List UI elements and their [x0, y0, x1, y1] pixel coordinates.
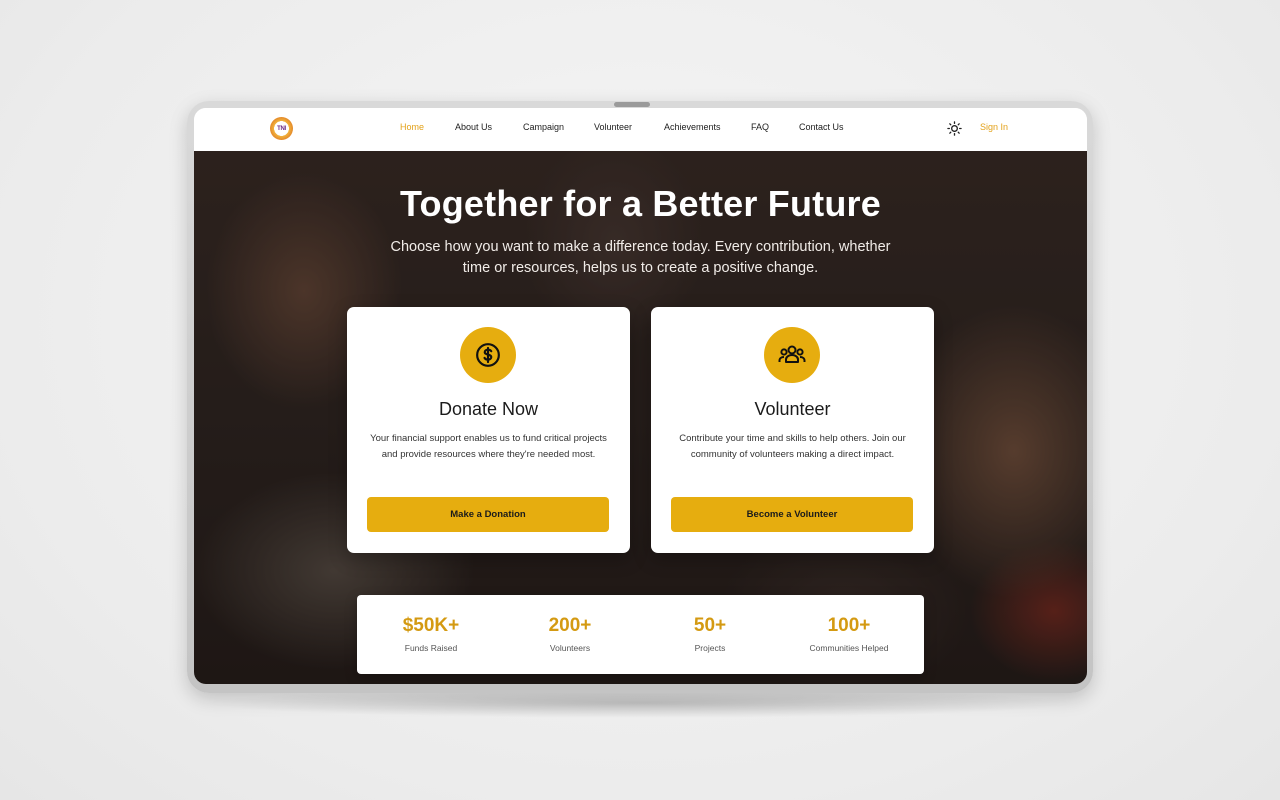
stat-value: 100+: [827, 615, 871, 636]
stat-value: $50K+: [402, 615, 460, 636]
volunteer-icon-circle: [764, 327, 820, 383]
logo[interactable]: TNI: [270, 117, 293, 140]
make-donation-button[interactable]: Make a Donation: [367, 497, 609, 532]
stat-label: Communities Helped: [809, 643, 889, 653]
stat-label: Projects: [694, 643, 726, 653]
donate-icon-circle: [460, 327, 516, 383]
nav-home[interactable]: Home: [400, 122, 424, 132]
donate-card: Donate Now Your financial support enable…: [347, 307, 630, 553]
stats-bar: $50K+ Funds Raised 200+ Volunteers 50+ P…: [357, 595, 924, 674]
volunteer-card: Volunteer Contribute your time and skill…: [651, 307, 934, 553]
sign-in-link[interactable]: Sign In: [980, 122, 1008, 132]
nav-faq[interactable]: FAQ: [751, 122, 769, 132]
nav-about-us[interactable]: About Us: [455, 122, 492, 132]
become-volunteer-button[interactable]: Become a Volunteer: [671, 497, 913, 532]
volunteer-card-title: Volunteer: [754, 399, 831, 419]
camera-notch: [614, 102, 650, 107]
hero-subtitle: Choose how you want to make a difference…: [390, 239, 891, 276]
donate-card-text: Your financial support enables us to fun…: [370, 433, 607, 460]
stat-communities-helped: 100+ Communities Helped: [779, 615, 919, 653]
sun-icon[interactable]: [947, 121, 962, 136]
stat-volunteers: 200+ Volunteers: [500, 615, 640, 653]
top-navbar: TNI Home About Us Campaign Volunteer Ach…: [194, 108, 1087, 151]
stat-funds-raised: $50K+ Funds Raised: [361, 615, 501, 653]
hero-section: Together for a Better Future Choose how …: [194, 151, 1087, 684]
dollar-icon: [476, 343, 500, 367]
hero-content: Together for a Better Future Choose how …: [194, 151, 1087, 684]
screen: TNI Home About Us Campaign Volunteer Ach…: [194, 108, 1087, 684]
nav-volunteer[interactable]: Volunteer: [594, 122, 632, 132]
nav-achievements[interactable]: Achievements: [664, 122, 721, 132]
nav-campaign[interactable]: Campaign: [523, 122, 564, 132]
stat-projects: 50+ Projects: [640, 615, 780, 653]
logo-text: TNI: [277, 125, 286, 132]
stat-label: Volunteers: [549, 643, 591, 653]
donate-card-title: Donate Now: [438, 399, 539, 419]
stat-value: 50+: [693, 615, 727, 636]
volunteer-card-text: Contribute your time and skills to help …: [679, 433, 906, 460]
nav-contact-us[interactable]: Contact Us: [799, 122, 844, 132]
stat-value: 200+: [548, 615, 592, 636]
hero-title: Together for a Better Future: [400, 183, 881, 224]
stat-label: Funds Raised: [404, 643, 458, 653]
users-icon: [778, 345, 806, 363]
